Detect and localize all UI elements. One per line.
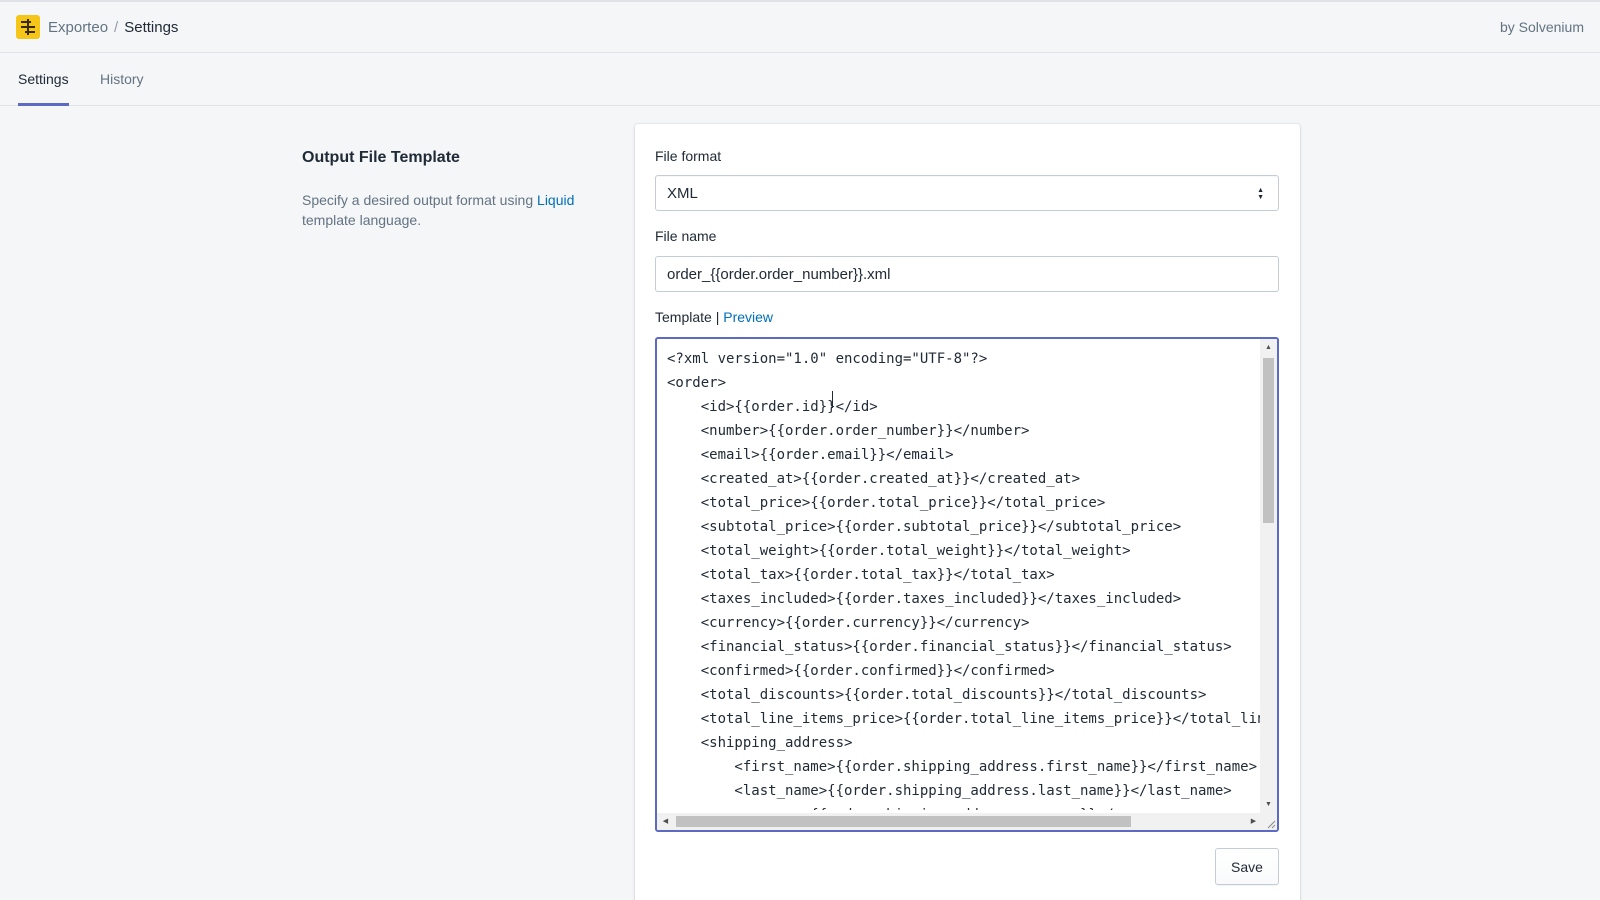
template-label-row: Template | Preview [655, 309, 773, 325]
file-format-select[interactable]: XML ▲▼ [655, 175, 1279, 211]
scroll-up-icon[interactable]: ▲ [1260, 339, 1277, 356]
file-format-value: XML [667, 185, 698, 202]
text-caret [832, 391, 833, 408]
template-code[interactable]: <?xml version="1.0" encoding="UTF-8"?> <… [667, 347, 1262, 810]
scroll-left-icon[interactable]: ◀ [657, 813, 674, 830]
file-name-input[interactable]: order_{{order.order_number}}.xml [655, 256, 1279, 292]
file-name-label: File name [655, 228, 716, 244]
horizontal-scroll-thumb[interactable] [676, 816, 1131, 827]
section-description: Specify a desired output format using Li… [302, 190, 602, 230]
section-description-suffix: template language. [302, 212, 421, 228]
save-button[interactable]: Save [1215, 848, 1279, 885]
file-format-label: File format [655, 148, 721, 164]
top-bar: Exporteo / Settings by Solvenium [0, 0, 1600, 53]
scroll-down-icon[interactable]: ▼ [1260, 796, 1277, 813]
horizontal-scrollbar[interactable]: ◀ ▶ [657, 813, 1262, 830]
section-description-prefix: Specify a desired output format using [302, 192, 537, 208]
breadcrumb-current: Settings [124, 19, 178, 36]
vertical-scrollbar[interactable]: ▲ ▼ [1260, 339, 1277, 813]
breadcrumb: Exporteo / Settings [48, 18, 178, 38]
template-separator: | [716, 309, 720, 325]
template-editor[interactable]: <?xml version="1.0" encoding="UTF-8"?> <… [655, 337, 1279, 832]
exporteo-logo-icon[interactable] [16, 15, 40, 39]
tab-settings[interactable]: Settings [18, 71, 69, 106]
template-label: Template [655, 309, 712, 325]
resize-handle-icon[interactable] [1260, 813, 1277, 830]
breadcrumb-separator: / [114, 19, 118, 36]
preview-link[interactable]: Preview [723, 309, 773, 325]
liquid-link[interactable]: Liquid [537, 192, 574, 208]
tab-bar: Settings History [0, 53, 1600, 106]
file-name-value: order_{{order.order_number}}.xml [667, 266, 890, 283]
settings-card: File format XML ▲▼ File name order_{{ord… [635, 124, 1300, 900]
vendor-label: by Solvenium [1500, 19, 1584, 35]
breadcrumb-app[interactable]: Exporteo [48, 19, 108, 36]
select-arrows-icon: ▲▼ [1257, 187, 1264, 201]
vertical-scroll-thumb[interactable] [1263, 358, 1274, 523]
section-title: Output File Template [302, 149, 460, 167]
tab-history[interactable]: History [100, 71, 144, 106]
